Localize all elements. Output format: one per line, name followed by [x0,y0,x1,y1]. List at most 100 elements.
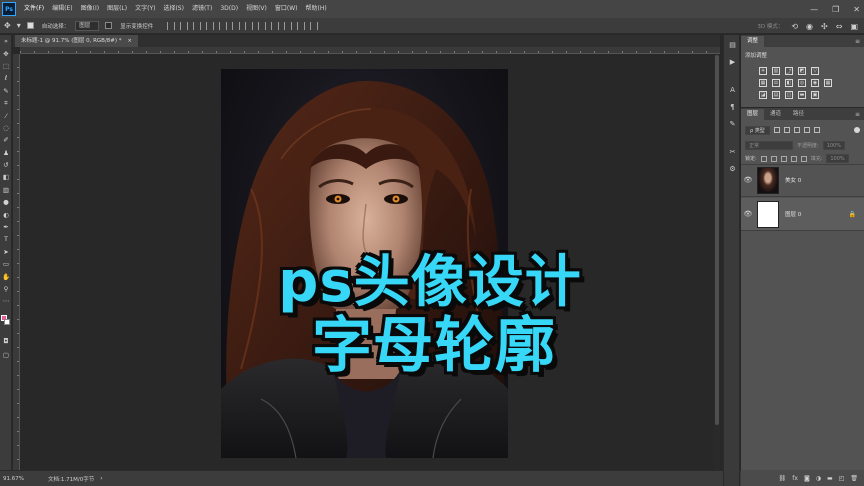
link-icon[interactable]: ⛓ [779,475,787,482]
paragraph-panel-icon[interactable]: ¶ [724,100,741,114]
opacity-field[interactable]: 100% [822,140,845,150]
adjustment-icon[interactable]: ◑ [816,475,821,482]
filter-adjustment-icon[interactable] [783,127,790,133]
fx-icon[interactable]: fx [792,475,798,482]
channel-mixer-icon[interactable]: ◉ [811,79,819,87]
crop-tool-icon[interactable]: ⌗ [0,97,12,109]
threshold-icon[interactable]: ◫ [785,91,793,99]
gradient-map-icon[interactable]: ▬ [798,91,806,99]
status-menu-arrow-icon[interactable]: › [100,475,102,482]
trash-icon[interactable]: 🗑 [850,475,858,482]
exposure-icon[interactable]: ◩ [798,67,806,75]
color-balance-icon[interactable]: ⚖ [772,79,780,87]
brightness-icon[interactable]: ☀ [759,67,767,75]
layer-row[interactable]: 👁 美女 0 [741,164,864,197]
document-tab[interactable]: 未标题-1 @ 91.7% (图层 0, RGB/8#) * × [15,35,138,47]
marquee-tool-icon[interactable]: ⬚ [0,60,12,72]
brush-tool-icon[interactable]: ✐ [0,134,12,146]
tab-paths[interactable]: 路径 [787,109,810,120]
orbit-3d-icon[interactable]: ⟲ [791,22,798,31]
distribute-left-icon[interactable] [284,21,293,30]
roll-3d-icon[interactable]: ◉ [806,22,813,31]
visibility-eye-icon[interactable]: 👁 [741,176,755,184]
menu-view[interactable]: 视图(V) [242,0,271,18]
restore-button[interactable]: ❐ [832,5,839,14]
tool-presets-icon[interactable]: ✂ [724,145,741,159]
pan-3d-icon[interactable]: ✣ [821,22,828,31]
black-white-icon[interactable]: ◧ [785,79,793,87]
menu-filter[interactable]: 滤镜(T) [188,0,216,18]
distribute-right-icon[interactable] [310,21,319,30]
tab-channels[interactable]: 通道 [764,109,787,120]
align-bottom-icon[interactable] [193,21,202,30]
blend-mode-dropdown[interactable]: 正常 [745,140,793,150]
distribute-vcenter-icon[interactable] [258,21,267,30]
filter-shape-icon[interactable] [803,127,810,133]
menu-3d[interactable]: 3D(D) [216,0,242,18]
panel-menu-icon[interactable]: ≡ [855,36,864,47]
fill-field[interactable]: 100% [826,154,849,163]
visibility-eye-icon[interactable]: 👁 [741,210,755,218]
photo-filter-icon[interactable]: ◎ [798,79,806,87]
gradient-tool-icon[interactable]: ▥ [0,184,12,196]
minimize-button[interactable]: — [810,5,818,14]
lock-position-icon[interactable] [780,155,787,162]
new-layer-icon[interactable]: ◰ [839,475,845,482]
slide-3d-icon[interactable]: ⇔ [836,22,843,31]
levels-icon[interactable]: ▥ [772,67,780,75]
filter-type-icon[interactable] [793,127,800,133]
align-right-icon[interactable] [232,21,241,30]
layer-row[interactable]: 👁 图层 0 🔒 [741,198,864,231]
menu-file[interactable]: 文件(F) [20,0,48,18]
align-vcenter-icon[interactable] [180,21,189,30]
menu-type[interactable]: 文字(Y) [131,0,159,18]
menu-window[interactable]: 窗口(W) [271,0,302,18]
quick-select-tool-icon[interactable]: ✎ [0,85,12,97]
type-tool-icon[interactable]: T [0,233,12,245]
transform-controls-checkbox[interactable] [105,22,114,29]
selective-color-icon[interactable]: ▣ [811,91,819,99]
close-button[interactable]: ✕ [853,5,860,14]
align-top-icon[interactable] [167,21,176,30]
filter-toggle-icon[interactable] [854,127,860,133]
layers-panel-menu-icon[interactable]: ≡ [855,109,864,120]
properties-panel-icon[interactable]: ⚙ [724,162,741,176]
menu-image[interactable]: 图像(I) [77,0,103,18]
distribute-top-icon[interactable] [245,21,254,30]
dodge-tool-icon[interactable]: ◐ [0,208,12,220]
filter-pixel-icon[interactable] [773,127,780,133]
eyedropper-tool-icon[interactable]: ⁄ [0,109,12,121]
history-brush-tool-icon[interactable]: ↺ [0,159,12,171]
align-left-icon[interactable] [206,21,215,30]
lock-artboard-icon[interactable] [790,155,797,162]
history-panel-icon[interactable]: ▤ [724,38,741,52]
mask-icon[interactable]: ◙ [804,475,810,482]
menu-edit[interactable]: 编辑(E) [48,0,76,18]
menu-help[interactable]: 帮助(H) [302,0,331,18]
actions-panel-icon[interactable]: ▶ [724,55,741,69]
tab-adjustments[interactable]: 调整 [741,36,765,47]
healing-tool-icon[interactable]: ◌ [0,122,12,134]
tab-layers[interactable]: 图层 [741,109,765,120]
collapse-arrows-icon[interactable]: » [0,35,12,47]
document-tab-close-icon[interactable]: × [127,38,132,44]
move-tool-icon[interactable]: ✥ [4,21,11,30]
auto-select-checkbox[interactable] [26,22,36,29]
clone-stamp-tool-icon[interactable]: ♟ [0,147,12,159]
move-tool-icon[interactable]: ✥ [0,47,12,59]
curves-icon[interactable]: ⤴ [785,67,793,75]
menu-layer[interactable]: 图层(L) [103,0,131,18]
hue-saturation-icon[interactable]: ▦ [759,79,767,87]
posterize-icon[interactable]: ▤ [772,91,780,99]
distribute-bottom-icon[interactable] [271,21,280,30]
tool-preset-chevron-icon[interactable]: ▾ [17,21,21,30]
lock-transparent-icon[interactable] [760,155,767,162]
character-panel-icon[interactable]: A [724,83,741,97]
layer-filter-kind-dropdown[interactable]: ρ 类型 [745,125,770,135]
scale-3d-icon[interactable]: ▣ [850,22,858,31]
zoom-level[interactable]: 91.67% [3,476,48,482]
align-hcenter-icon[interactable] [219,21,228,30]
brush-panel-icon[interactable]: ✎ [724,117,741,131]
eraser-tool-icon[interactable]: ◧ [0,171,12,183]
folder-icon[interactable]: ▬ [827,475,833,482]
